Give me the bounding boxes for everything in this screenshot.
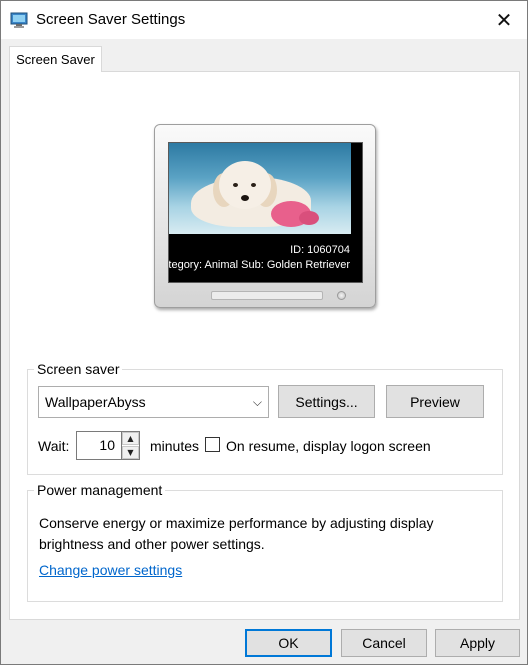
monitor-power-led	[337, 291, 346, 300]
power-management-description: Conserve energy or maximize performance …	[39, 515, 434, 552]
resume-logon-label[interactable]: On resume, display logon screen	[226, 438, 431, 454]
power-management-group-label: Power management	[34, 482, 166, 498]
settings-button[interactable]: Settings...	[278, 385, 375, 418]
close-icon: ✕	[495, 8, 513, 32]
wait-minutes-spinner: ▲ ▼	[122, 431, 140, 460]
preview-overlay-id: ID: 1060704	[290, 244, 350, 256]
preview-screen: ID: 1060704 ategory: Animal Sub: Golden …	[168, 142, 363, 283]
change-power-settings-link[interactable]: Change power settings	[39, 562, 182, 578]
power-management-group: Power management Conserve energy or maxi…	[27, 482, 503, 602]
apply-button[interactable]: Apply	[435, 629, 520, 657]
tab-panel-screen-saver: ID: 1060704 ategory: Animal Sub: Golden …	[9, 71, 520, 620]
preview-button[interactable]: Preview	[386, 385, 484, 418]
monitor-tray	[211, 291, 323, 300]
preview-overlay-category: ategory: Animal Sub: Golden Retriever	[168, 259, 350, 271]
resume-logon-checkbox[interactable]	[205, 437, 220, 452]
preview-wallpaper-image	[169, 143, 351, 234]
display-settings-icon	[10, 12, 28, 28]
cancel-button[interactable]: Cancel	[341, 629, 427, 657]
screen-saver-dropdown-value: WallpaperAbyss	[45, 394, 146, 410]
spin-up-button[interactable]: ▲	[122, 432, 139, 445]
minutes-label: minutes	[150, 438, 200, 454]
title-bar: Screen Saver Settings ✕	[1, 1, 527, 39]
screen-saver-dropdown[interactable]: WallpaperAbyss ⌵	[38, 386, 269, 418]
chevron-down-icon: ⌵	[252, 395, 262, 409]
tab-screen-saver[interactable]: Screen Saver	[9, 46, 102, 72]
preview-monitor: ID: 1060704 ategory: Animal Sub: Golden …	[154, 124, 376, 308]
screen-saver-group: Screen saver WallpaperAbyss ⌵ Settings..…	[27, 361, 503, 475]
window-title: Screen Saver Settings	[36, 11, 186, 28]
ok-button[interactable]: OK	[245, 629, 332, 657]
spin-down-button[interactable]: ▼	[122, 446, 139, 459]
wait-label: Wait:	[38, 438, 70, 454]
screen-saver-group-label: Screen saver	[34, 361, 123, 377]
wait-minutes-input[interactable]: 10	[76, 431, 122, 460]
close-button[interactable]: ✕	[481, 1, 527, 39]
screen-saver-settings-window: Screen Saver Settings ✕ Screen Saver ID:…	[0, 0, 528, 665]
